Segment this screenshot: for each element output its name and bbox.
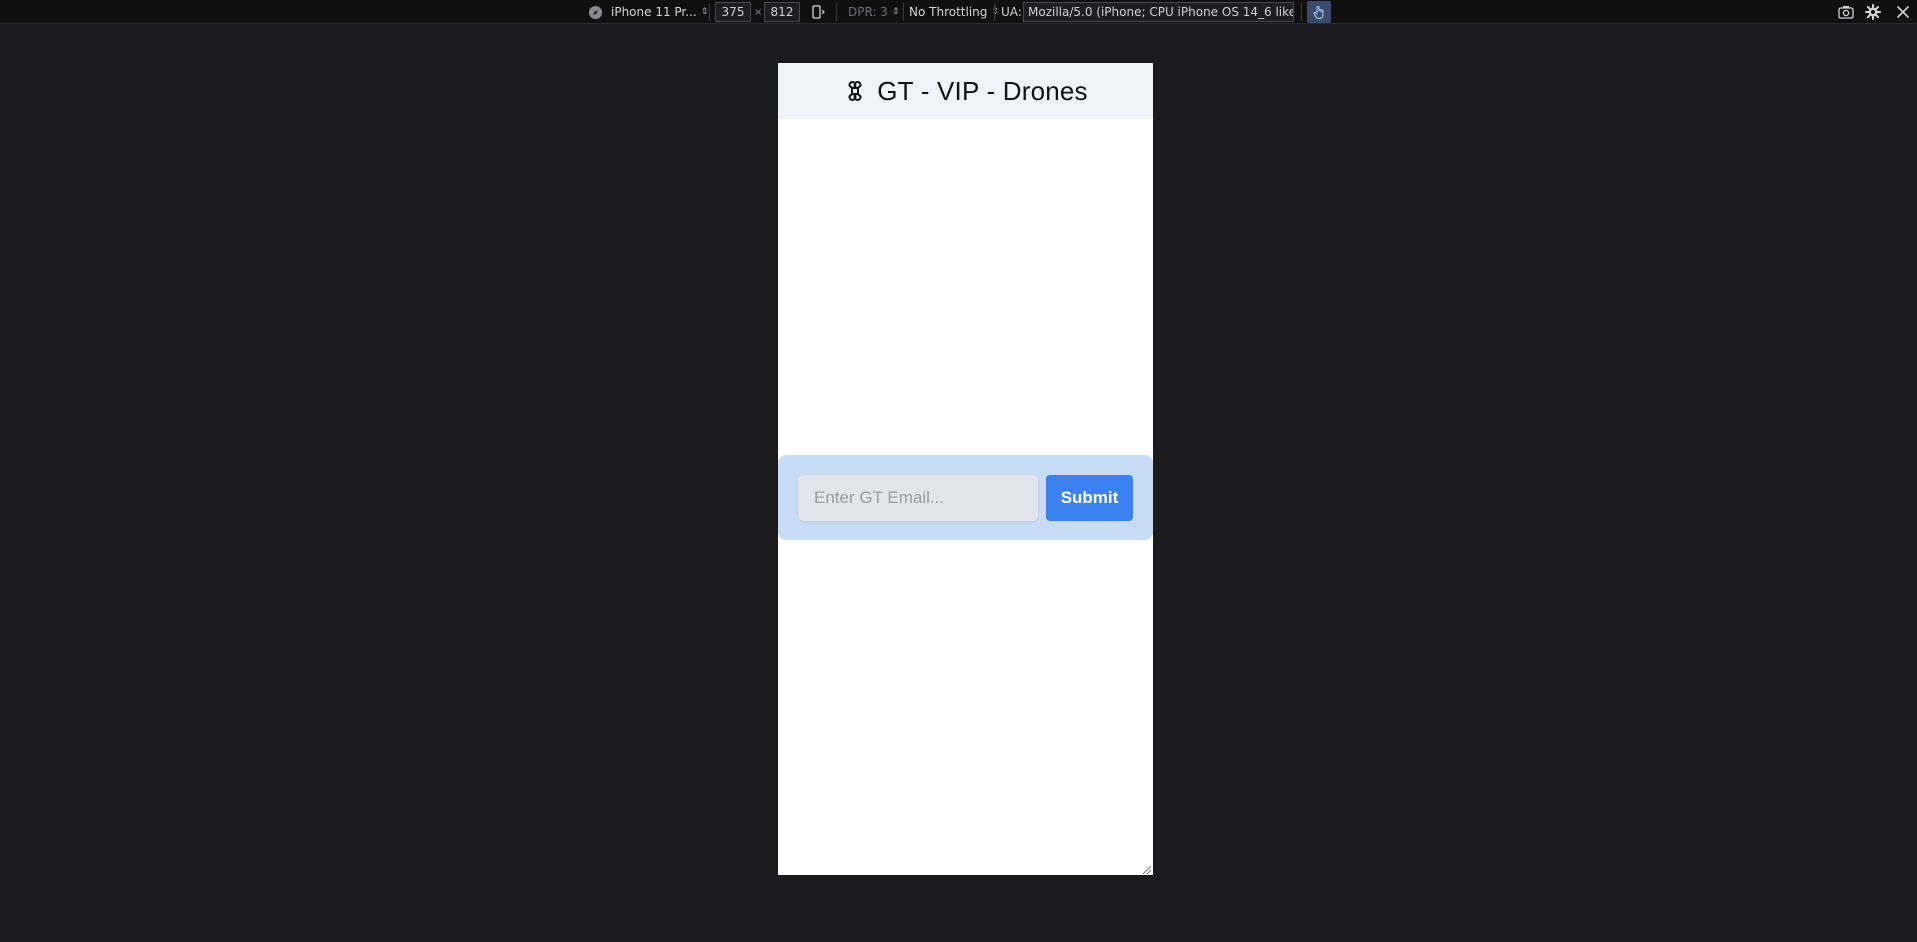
- compass-icon: [588, 5, 603, 20]
- ua-label: UA:: [1001, 5, 1022, 19]
- responsive-design-toolbar: iPhone 11 Pr... ⇕ 375 × 812 DPR: 3 ⇕ No …: [0, 0, 1917, 24]
- rotate-device-icon[interactable]: [808, 2, 828, 22]
- dpr-selector[interactable]: DPR: 3 ⇕: [848, 0, 899, 24]
- resize-handle-icon[interactable]: [1140, 862, 1152, 875]
- user-agent-value: Mozilla/5.0 (iPhone; CPU iPhone OS 14_6 …: [1028, 5, 1294, 19]
- app-header: GT - VIP - Drones: [778, 63, 1153, 119]
- gear-icon[interactable]: [1863, 2, 1883, 22]
- viewport-width-input[interactable]: 375: [715, 2, 751, 22]
- separator: [836, 3, 837, 21]
- viewport-height-input[interactable]: 812: [764, 2, 800, 22]
- separator: [994, 3, 995, 21]
- page-title: GT - VIP - Drones: [877, 75, 1088, 106]
- viewport-height-value: 812: [770, 5, 794, 19]
- dropdown-arrows-icon: ⇕: [891, 7, 900, 17]
- throttling-value: No Throttling: [909, 5, 988, 19]
- camera-icon[interactable]: [1836, 2, 1856, 22]
- touch-simulation-button[interactable]: [1307, 1, 1331, 23]
- device-selector[interactable]: iPhone 11 Pr... ⇕: [588, 0, 708, 24]
- dimension-times: ×: [754, 6, 763, 18]
- user-agent-input[interactable]: Mozilla/5.0 (iPhone; CPU iPhone OS 14_6 …: [1023, 2, 1294, 22]
- separator: [903, 3, 904, 21]
- throttling-selector[interactable]: No Throttling ⇕: [909, 0, 999, 24]
- device-name: iPhone 11 Pr...: [611, 5, 697, 19]
- dpr-value: DPR: 3: [848, 5, 888, 19]
- separator: [709, 3, 710, 21]
- email-field[interactable]: [798, 475, 1038, 521]
- submit-button[interactable]: Submit: [1046, 475, 1133, 521]
- touch-simulation-icon: [1311, 4, 1327, 20]
- viewport-width-value: 375: [721, 5, 745, 19]
- separator: [1301, 3, 1302, 21]
- email-form: Submit: [778, 455, 1153, 540]
- dropdown-arrows-icon: ⇕: [991, 7, 999, 17]
- device-viewport: GT - VIP - Drones Submit: [778, 63, 1153, 875]
- dropdown-arrows-icon: ⇕: [700, 7, 709, 17]
- close-icon[interactable]: [1893, 2, 1913, 22]
- drone-icon: [843, 79, 867, 103]
